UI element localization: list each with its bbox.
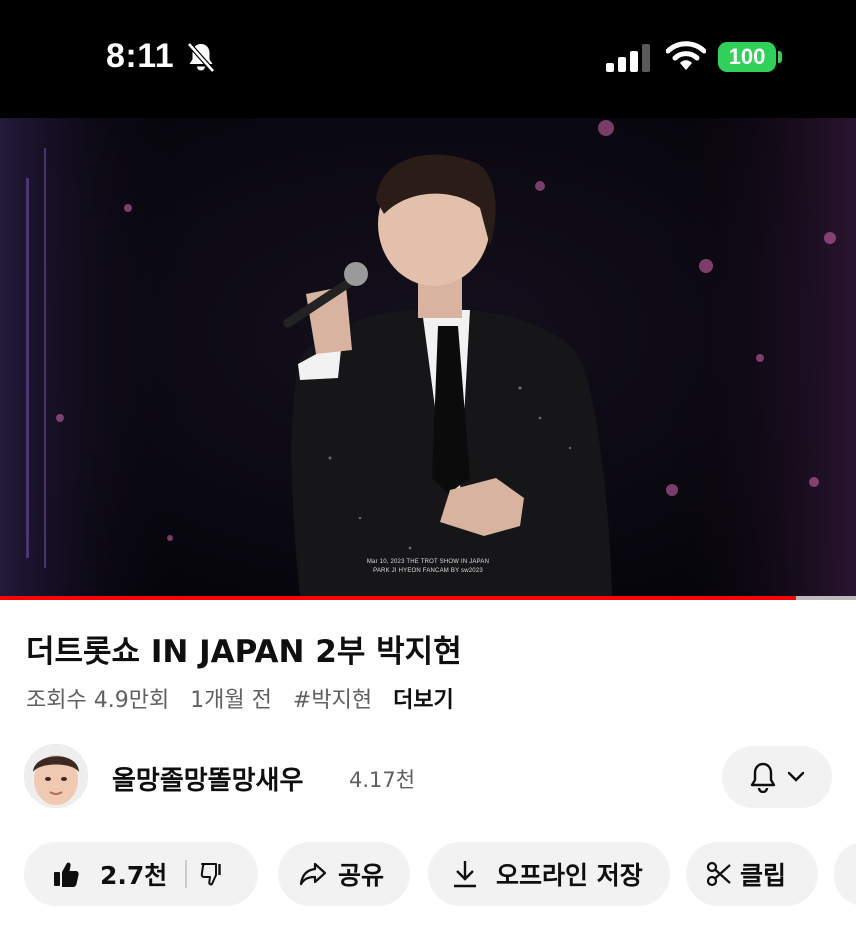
thumbs-down-icon[interactable] [199,861,225,887]
upload-time: 1개월 전 [190,688,272,713]
clip-label: 클립 [740,861,787,890]
notification-bell-button[interactable] [722,746,832,808]
video-info-panel: 더트롯쇼 IN JAPAN 2부 박지현 조회수 4.9만회 1개월 전 #박지… [0,600,856,936]
like-count[interactable]: 2.7천 [100,856,167,892]
video-player[interactable]: Mar 10, 2023 THE TROT SHOW IN JAPAN PARK… [0,118,856,596]
chevron-down-icon [787,771,805,782]
like-dislike-group: 2.7천 [24,842,258,906]
download-icon [454,861,476,888]
video-frame [0,118,856,596]
video-title[interactable]: 더트롯쇼 IN JAPAN 2부 박지현 [26,626,462,671]
share-button[interactable]: 공유 [278,842,410,906]
subscriber-count: 4.17천 [349,768,416,792]
channel-name[interactable]: 올망졸망똘망새우 [112,760,303,797]
offline-save-label: 오프라인 저장 [496,861,643,890]
share-label: 공유 [338,861,385,890]
hashtag-link[interactable]: #박지현 [293,688,372,713]
clip-button[interactable]: 클립 [686,842,818,906]
avatar-image [24,744,88,808]
scissors-icon [706,861,731,887]
bell-icon [750,762,776,793]
status-time: 8:11 [106,37,175,75]
wifi-icon [666,41,706,70]
thumbs-up-icon[interactable] [52,860,80,888]
video-caption-line1: Mar 10, 2023 THE TROT SHOW IN JAPAN [366,559,490,565]
status-bar: 8:11 100 [0,0,856,118]
video-meta[interactable]: 조회수 4.9만회 1개월 전 #박지현 더보기 [26,682,468,714]
share-icon [299,862,327,886]
view-count: 조회수 4.9만회 [26,688,170,713]
video-caption-line2: PARK JI HYEON FANCAM BY sw2023 [373,568,483,574]
signal-icon [606,44,650,72]
more-actions-button[interactable] [834,842,856,906]
battery-cap [778,51,782,63]
offline-save-button[interactable]: 오프라인 저장 [428,842,670,906]
battery-icon: 100 [718,42,776,72]
more-button[interactable]: 더보기 [393,688,454,713]
channel-avatar[interactable] [24,744,88,808]
like-divider [185,860,188,888]
bell-slash-icon [187,42,215,73]
